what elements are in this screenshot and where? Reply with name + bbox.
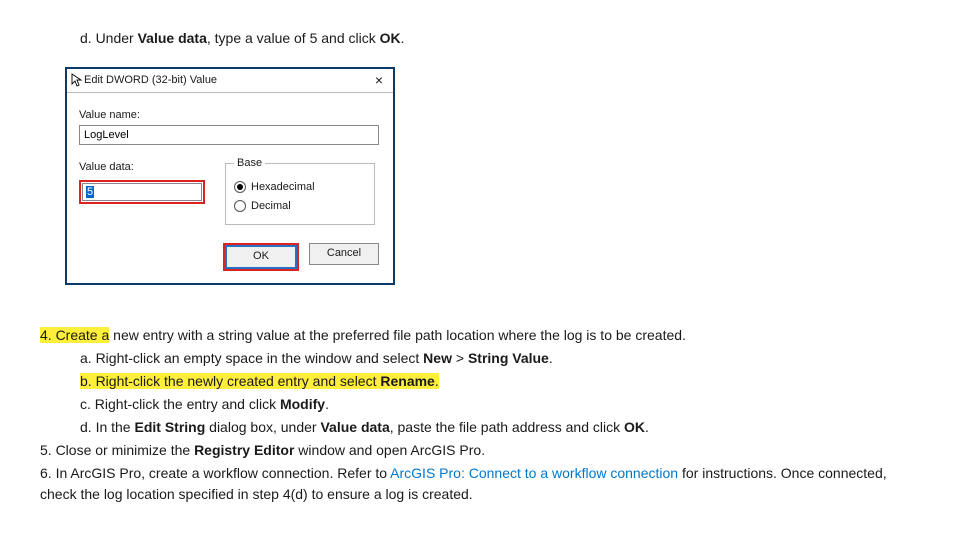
ok-highlight: OK [223, 243, 299, 271]
value-data-input[interactable]: 5 [82, 183, 202, 201]
step-5: 5. Close or minimize the Registry Editor… [40, 440, 925, 461]
step-4c: c. Right-click the entry and click Modif… [80, 394, 925, 415]
arcgis-link[interactable]: ArcGIS Pro: Connect to a workflow connec… [390, 465, 678, 481]
step-4b: b. Right-click the newly created entry a… [80, 371, 925, 392]
value-data-highlight: 5 [79, 180, 205, 204]
base-fieldset: Base Hexadecimal Decimal [225, 155, 375, 225]
radio-label: Decimal [251, 198, 291, 215]
close-button[interactable]: × [371, 73, 387, 87]
ok-button[interactable]: OK [226, 246, 296, 268]
step-4a: a. Right-click an empty space in the win… [80, 348, 925, 369]
radio-label: Hexadecimal [251, 179, 315, 196]
value-name-input[interactable] [79, 125, 379, 145]
value-data-label: Value data: [79, 159, 205, 176]
radio-icon [234, 200, 246, 212]
dialog-titlebar: Edit DWORD (32-bit) Value × [67, 69, 393, 93]
step-6: 6. In ArcGIS Pro, create a workflow conn… [40, 463, 925, 505]
base-legend: Base [234, 155, 265, 172]
radio-decimal[interactable]: Decimal [234, 198, 366, 215]
cancel-button[interactable]: Cancel [309, 243, 379, 265]
value-name-label: Value name: [79, 107, 381, 124]
dialog-title: Edit DWORD (32-bit) Value [84, 72, 217, 89]
step-4: 4. Create a new entry with a string valu… [40, 325, 925, 346]
step-4d: d. In the Edit String dialog box, under … [80, 417, 925, 438]
radio-hexadecimal[interactable]: Hexadecimal [234, 179, 366, 196]
cursor-icon [71, 73, 83, 87]
step-3d-text: d. Under Value data, type a value of 5 a… [80, 28, 925, 49]
edit-dword-dialog: Edit DWORD (32-bit) Value × Value name: … [65, 67, 395, 285]
radio-icon-selected [234, 181, 246, 193]
